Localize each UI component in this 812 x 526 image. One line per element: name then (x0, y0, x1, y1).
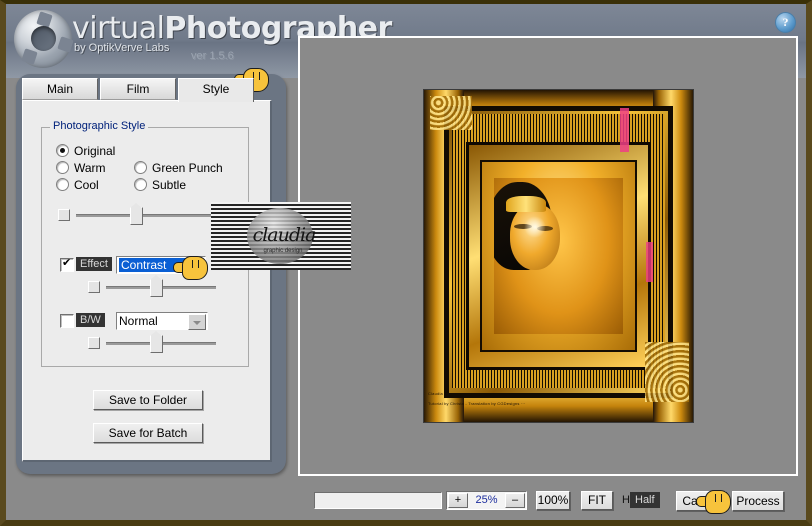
watermark-text: claudia (252, 224, 317, 246)
slider-thumb[interactable] (150, 331, 163, 353)
radio-label: Original (74, 144, 116, 158)
watermark-overlay: claudia graphic design (211, 202, 351, 270)
application-window: virtualPhotographer by OptikVerve Labs v… (0, 0, 812, 526)
save-for-batch-button[interactable]: Save for Batch (93, 423, 203, 443)
radio-dot-icon (56, 178, 69, 191)
bw-label: B/W (76, 313, 105, 327)
watermark-subtext: graphic design (263, 248, 303, 254)
zoom-level-value: 25% (475, 494, 498, 506)
progress-bar (314, 492, 442, 509)
effect-selected-value: Contrast (119, 258, 203, 272)
slider-reset-box[interactable] (58, 209, 70, 221)
style-strength-slider[interactable] (58, 203, 216, 225)
radio-label: Subtle (152, 178, 187, 192)
tab-film[interactable]: Film (100, 78, 176, 100)
radio-green-punch[interactable]: Green Punch (134, 161, 223, 175)
radio-dot-icon (56, 144, 69, 157)
group-title: Photographic Style (50, 120, 149, 132)
effect-dropdown[interactable]: Contrast (116, 256, 206, 274)
radio-warm[interactable]: Warm (56, 161, 106, 175)
slider-track (76, 214, 216, 217)
radio-dot-icon (56, 161, 69, 174)
process-button[interactable]: Process (732, 491, 784, 511)
bw-dropdown[interactable]: Normal (116, 312, 208, 330)
tab-bar: Main Film Style (22, 78, 280, 102)
style-panel: Photographic Style Original Warm Green P… (22, 100, 272, 462)
app-version: ver 1.5.6 (191, 50, 234, 62)
zoom-out-button[interactable]: – (505, 493, 525, 508)
help-icon[interactable]: ? (775, 12, 796, 33)
preview-caption-2: Tutorial by Christa - Translation by CGD… (428, 401, 526, 406)
half-prefix-label: H (622, 494, 630, 506)
preview-caption-1: Claudia ··· (428, 391, 449, 396)
zoom-100-button[interactable]: 100% (536, 491, 570, 510)
radio-label: Green Punch (152, 161, 223, 175)
bw-checkbox[interactable] (60, 314, 74, 328)
half-button[interactable]: Half (630, 492, 660, 508)
radio-label: Cool (74, 178, 99, 192)
bw-strength-slider[interactable] (88, 331, 216, 353)
slider-thumb[interactable] (130, 203, 143, 225)
radio-dot-icon (134, 178, 147, 191)
bw-selected-value: Normal (119, 314, 158, 328)
zoom-stepper[interactable]: + 25% – (446, 491, 527, 510)
chevron-down-icon[interactable] (188, 314, 206, 330)
radio-label: Warm (74, 161, 106, 175)
slider-thumb[interactable] (150, 275, 163, 297)
save-to-folder-button[interactable]: Save to Folder (93, 390, 203, 410)
app-subtitle: by OptikVerve Labs (74, 42, 170, 54)
cancel-button[interactable]: Cancel (676, 491, 726, 511)
effect-strength-slider[interactable] (88, 275, 216, 297)
zoom-fit-button[interactable]: FIT (581, 491, 613, 510)
radio-original[interactable]: Original (56, 144, 115, 158)
radio-dot-icon (134, 161, 147, 174)
radio-subtle[interactable]: Subtle (134, 178, 186, 192)
slider-reset-box[interactable] (88, 281, 100, 293)
slider-reset-box[interactable] (88, 337, 100, 349)
portrait-figure (494, 178, 623, 334)
zoom-in-button[interactable]: + (448, 493, 468, 508)
effect-label: Effect (76, 257, 112, 271)
effect-checkbox[interactable] (60, 256, 74, 272)
tab-main[interactable]: Main (22, 78, 98, 100)
window-inner: virtualPhotographer by OptikVerve Labs v… (6, 4, 806, 520)
radio-cool[interactable]: Cool (56, 178, 99, 192)
optikverve-logo-icon (14, 10, 74, 68)
brand-prefix: virtual (72, 11, 165, 46)
tab-style[interactable]: Style (178, 78, 254, 102)
preview-image[interactable]: Claudia ··· Tutorial by Christa - Transl… (423, 89, 694, 423)
